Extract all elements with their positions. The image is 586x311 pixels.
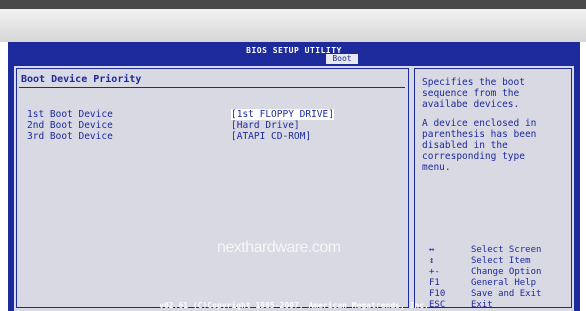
help-line: availabe devices. (422, 99, 520, 110)
window-gap (0, 9, 586, 42)
key-desc: Select Screen (471, 245, 542, 255)
main-panel: Boot Device Priority 1st Boot Device [1s… (14, 66, 574, 311)
tab-boot[interactable]: Boot (326, 54, 358, 64)
key-f10: F10 (429, 289, 446, 299)
key-row: ↔ Select Screen (421, 245, 569, 256)
bios-title: BIOS SETUP UTILITY (246, 46, 342, 55)
help-line: A device enclosed in (422, 118, 537, 129)
key-desc: Save and Exit (471, 289, 542, 299)
key-plus-minus: +- (429, 267, 440, 277)
help-line: Specifies the boot (422, 77, 525, 88)
key-row: F1 General Help (421, 278, 569, 289)
help-line: parenthesis has been (422, 129, 537, 140)
help-pane: Specifies the boot sequence from the ava… (414, 68, 572, 310)
boot-device-value[interactable]: [Hard Drive] (231, 120, 300, 131)
key-row: ↕ Select Item (421, 256, 569, 267)
boot-device-value[interactable]: [ATAPI CD-ROM] (231, 131, 311, 142)
boot-device-label: 1st Boot Device (27, 109, 113, 120)
watermark: nexthardware.com (217, 239, 341, 256)
bios-screen: BIOS SETUP UTILITY Boot Boot Device Prio… (8, 42, 580, 311)
help-line: sequence from the (422, 88, 520, 99)
key-row: +- Change Option (421, 267, 569, 278)
key-desc: General Help (471, 278, 537, 288)
top-bar (0, 0, 586, 9)
key-desc: Select Item (471, 256, 531, 266)
help-line: disabled in the (422, 140, 508, 151)
boot-device-value[interactable]: [1st FLOPPY DRIVE] (231, 109, 334, 120)
help-line: corresponding type (422, 151, 525, 162)
copyright-footer: v02.61 (C)Copyright 1985-2007, American … (159, 301, 429, 310)
key-f1: F1 (429, 278, 440, 288)
key-desc: Change Option (471, 267, 542, 277)
boot-device-label: 3rd Boot Device (27, 131, 113, 142)
arrows-horizontal-icon: ↔ (429, 245, 435, 255)
key-row: F10 Save and Exit (421, 289, 569, 300)
boot-device-row-3[interactable]: 3rd Boot Device [ATAPI CD-ROM] (27, 131, 387, 143)
section-title: Boot Device Priority (21, 74, 142, 85)
help-line: menu. (422, 162, 451, 173)
options-pane: Boot Device Priority 1st Boot Device [1s… (16, 68, 409, 308)
arrows-vertical-icon: ↕ (429, 256, 435, 266)
boot-device-label: 2nd Boot Device (27, 120, 113, 131)
section-divider (19, 87, 405, 88)
